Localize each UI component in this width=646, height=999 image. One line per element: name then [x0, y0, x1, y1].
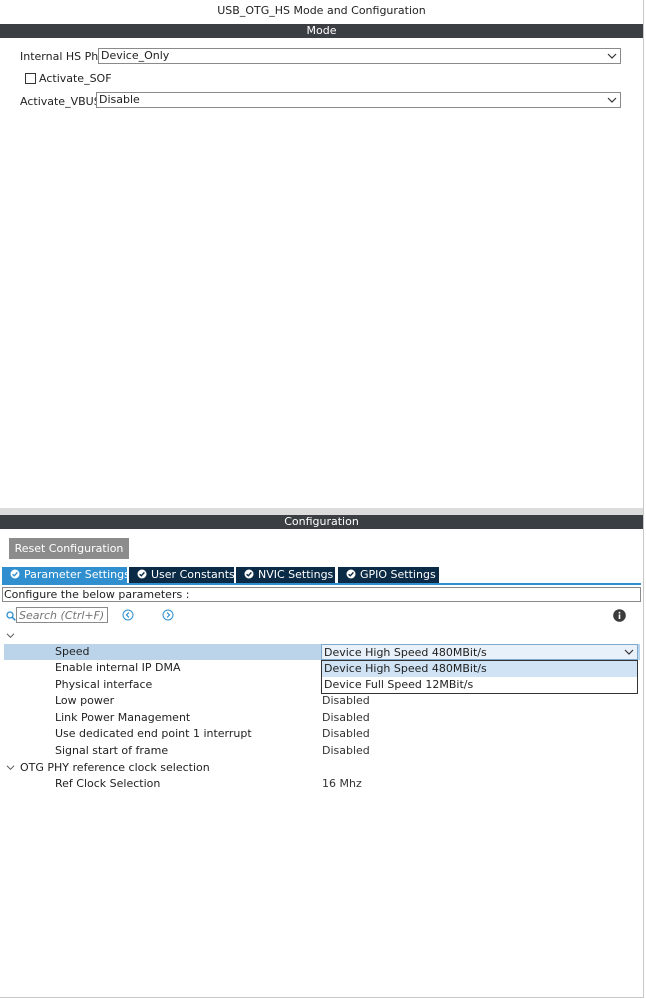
dropdown-option[interactable]: Device High Speed 480MBit/s	[322, 661, 637, 677]
chevron-down-icon	[607, 53, 617, 59]
param-row-ref-clock-selection[interactable]: Ref Clock Selection 16 Mhz	[4, 776, 640, 792]
chevron-down-icon	[624, 649, 634, 655]
tab-parameter-settings[interactable]: Parameter Settings	[2, 567, 130, 583]
activate-vbus-value: Disable	[99, 93, 140, 106]
param-value: Disabled	[322, 727, 370, 740]
param-label: Physical interface	[55, 678, 153, 691]
speed-dropdown-list: Device High Speed 480MBit/s Device Full …	[321, 660, 638, 694]
chevron-down-icon[interactable]	[6, 763, 15, 772]
param-value: Disabled	[322, 694, 370, 707]
param-label: Ref Clock Selection	[55, 777, 161, 790]
previous-match-icon[interactable]	[122, 609, 134, 621]
chevron-down-icon[interactable]	[6, 631, 15, 640]
param-value: 16 Mhz	[322, 777, 362, 790]
param-value: Disabled	[322, 744, 370, 757]
internal-hs-phy-label: Internal HS Phy	[20, 50, 105, 63]
info-icon[interactable]	[613, 609, 626, 622]
param-row-speed[interactable]: Speed Device High Speed 480MBit/s	[4, 644, 640, 660]
tab-label: NVIC Settings	[258, 568, 334, 581]
window-frame: USB_OTG_HS Mode and Configuration Mode I…	[0, 0, 644, 998]
configuration-header: Configuration	[0, 515, 643, 529]
tab-underline	[2, 583, 641, 585]
param-label: Speed	[55, 645, 90, 658]
instruction-text: Configure the below parameters :	[2, 587, 641, 602]
group-otg-phy-ref-clock[interactable]: OTG PHY reference clock selection	[20, 761, 210, 774]
tab-label: Parameter Settings	[24, 568, 130, 581]
param-row-dedicated-ep1-interrupt[interactable]: Use dedicated end point 1 interrupt Disa…	[4, 726, 640, 742]
check-circle-icon	[244, 569, 254, 579]
search-input[interactable]	[16, 607, 108, 623]
tab-label: GPIO Settings	[360, 568, 436, 581]
internal-hs-phy-value: Device_Only	[101, 49, 170, 62]
check-circle-icon	[346, 569, 356, 579]
activate-vbus-label: Activate_VBUS	[20, 95, 101, 108]
reset-configuration-button[interactable]: Reset Configuration	[9, 538, 129, 559]
speed-value: Device High Speed 480MBit/s	[324, 646, 487, 659]
param-row-link-power-management[interactable]: Link Power Management Disabled	[4, 710, 640, 726]
speed-select[interactable]: Device High Speed 480MBit/s	[321, 644, 638, 660]
param-label: Signal start of frame	[55, 744, 169, 757]
param-label: Link Power Management	[55, 711, 191, 724]
section-splitter[interactable]	[0, 508, 643, 515]
param-label: Low power	[55, 694, 115, 707]
param-label: Use dedicated end point 1 interrupt	[55, 727, 252, 740]
check-circle-icon	[10, 569, 20, 579]
activate-vbus-select[interactable]: Disable	[96, 92, 621, 108]
param-row-signal-start-of-frame[interactable]: Signal start of frame Disabled	[4, 743, 640, 759]
next-match-icon[interactable]	[162, 609, 174, 621]
param-row-low-power[interactable]: Low power Disabled	[4, 693, 640, 709]
tab-gpio-settings[interactable]: GPIO Settings	[338, 567, 439, 583]
activate-sof-checkbox[interactable]	[25, 73, 36, 84]
activate-sof-label: Activate_SOF	[39, 72, 112, 85]
param-label: Enable internal IP DMA	[55, 661, 181, 674]
chevron-down-icon	[607, 97, 617, 103]
tab-nvic-settings[interactable]: NVIC Settings	[236, 567, 335, 583]
window-title: USB_OTG_HS Mode and Configuration	[217, 4, 426, 17]
tab-label: User Constants	[151, 568, 235, 581]
param-value: Disabled	[322, 711, 370, 724]
dropdown-option[interactable]: Device Full Speed 12MBit/s	[322, 677, 637, 693]
check-circle-icon	[137, 569, 147, 579]
tab-user-constants[interactable]: User Constants	[129, 567, 235, 583]
internal-hs-phy-select[interactable]: Device_Only	[98, 48, 621, 64]
search-icon	[6, 611, 16, 621]
mode-header: Mode	[0, 24, 643, 38]
